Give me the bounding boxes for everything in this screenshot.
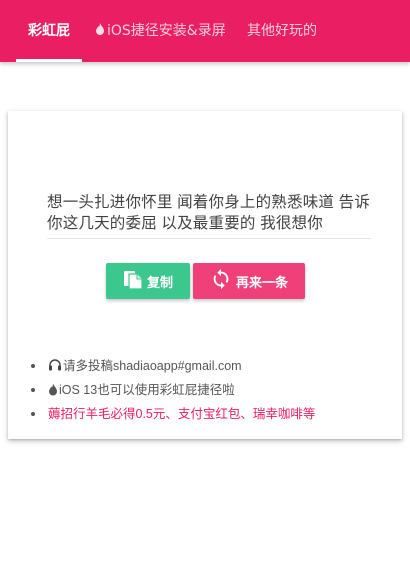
next-one-label: 再来一条: [235, 275, 288, 291]
bullet: [31, 412, 35, 416]
active-tab-indicator: [16, 59, 82, 62]
note-text: iOS 13也可以使用彩虹屁捷径啦: [59, 383, 235, 397]
tab-ios-shortcut-install[interactable]: iOS捷径安装&录屏: [95, 0, 226, 62]
next-one-button[interactable]: 再来一条: [193, 263, 305, 299]
copy-label: 复制: [146, 275, 173, 291]
note-text: 请多投稿shadiaoapp#gmail.com: [63, 359, 242, 373]
compliment-text: 想一头扎进你怀里 闻着你身上的熟悉味道 告诉你这几天的委屈 以及最重要的 我很想…: [47, 192, 371, 239]
copy-button[interactable]: 复制: [106, 263, 190, 299]
headset-icon: [48, 357, 62, 379]
list-item[interactable]: 薅招行羊毛必得0.5元、支付宝红包、瑞幸咖啡等: [26, 403, 315, 425]
bullet: [31, 364, 35, 368]
list-item: 请多投稿shadiaoapp#gmail.com: [26, 355, 315, 379]
fire-icon: [48, 381, 58, 403]
fire-icon: [95, 0, 105, 62]
tab-rainbow-compliments[interactable]: 彩虹屁: [28, 0, 70, 62]
refresh-icon: [210, 268, 236, 294]
promo-link[interactable]: 薅招行羊毛必得0.5元、支付宝红包、瑞幸咖啡等: [48, 407, 315, 421]
tab-label: 彩虹屁: [28, 23, 70, 39]
compliment-card: 想一头扎进你怀里 闻着你身上的熟悉味道 告诉你这几天的委屈 以及最重要的 我很想…: [8, 111, 402, 439]
tab-label: 其他好玩的: [247, 23, 317, 39]
tab-label: iOS捷径安装&录屏: [107, 23, 226, 39]
notes-list: 请多投稿shadiaoapp#gmail.com iOS 13也可以使用彩虹屁捷…: [26, 355, 315, 425]
copy-icon: [123, 268, 147, 294]
list-item: iOS 13也可以使用彩虹屁捷径啦: [26, 379, 315, 403]
tab-other-fun[interactable]: 其他好玩的: [247, 0, 317, 62]
top-nav-bar: 彩虹屁 iOS捷径安装&录屏 其他好玩的: [0, 0, 410, 62]
bullet: [31, 388, 35, 392]
